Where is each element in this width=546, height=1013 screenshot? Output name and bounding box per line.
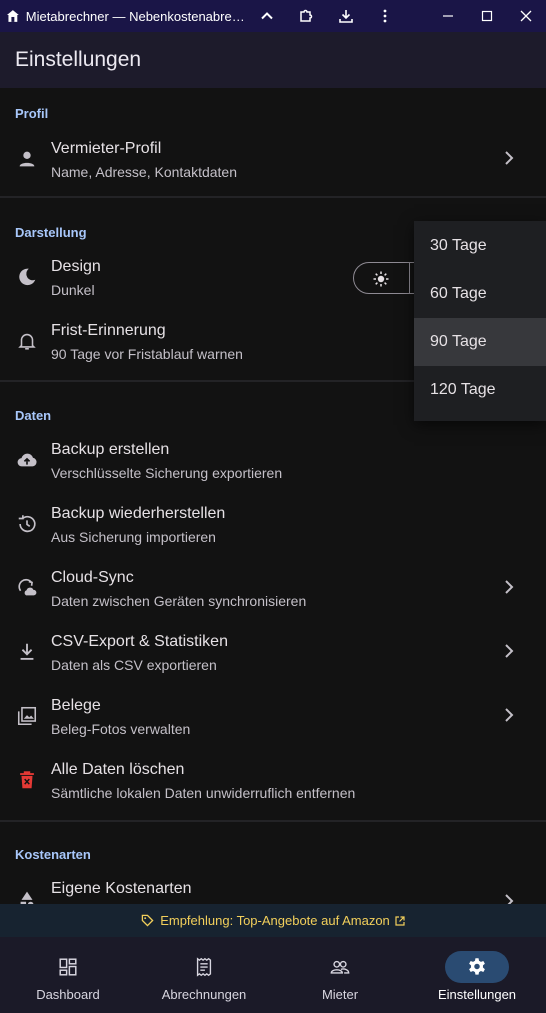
extensions-button[interactable] — [287, 0, 326, 32]
more-vert-icon — [383, 9, 387, 23]
chevron-right-icon — [502, 578, 516, 596]
row-title: Frist-Erinnerung — [51, 322, 166, 339]
section-header-darstellung: Darstellung — [15, 225, 87, 240]
nav-abrechnungen[interactable]: Abrechnungen — [136, 937, 272, 1013]
download-icon — [16, 641, 38, 663]
people-icon — [330, 960, 350, 974]
row-backup-wiederherstellen[interactable]: Backup wiederherstellen Aus Sicherung im… — [0, 493, 546, 557]
person-icon — [16, 148, 38, 170]
settings-list[interactable]: Profil Vermieter-Profil Name, Adresse, K… — [0, 88, 546, 904]
download-icon — [338, 10, 353, 23]
category-icon — [16, 888, 38, 904]
divider — [0, 196, 546, 198]
row-subtitle: 90 Tage vor Fristablauf warnen — [51, 346, 243, 362]
row-subtitle: Daten als CSV exportieren — [51, 657, 217, 673]
menu-item-30-tage[interactable]: 30 Tage — [414, 222, 546, 270]
external-link-icon — [395, 915, 405, 926]
menu-item-120-tage[interactable]: 120 Tage — [414, 366, 546, 414]
gear-icon — [469, 958, 485, 975]
history-icon — [16, 513, 38, 535]
divider — [0, 820, 546, 822]
maximize-icon — [482, 10, 493, 22]
maximize-button[interactable] — [467, 0, 506, 32]
nav-dashboard[interactable]: Dashboard — [0, 937, 136, 1013]
minimize-icon — [442, 15, 453, 17]
minimize-button[interactable] — [428, 0, 467, 32]
bottom-navigation: Dashboard Abrechnungen Mieter Einstellun… — [0, 937, 546, 1013]
row-subtitle: Verschlüsselte Sicherung exportieren — [51, 465, 283, 481]
row-subtitle: Sämtliche lokalen Daten unwiderruflich e… — [51, 785, 356, 801]
sun-icon[interactable] — [372, 270, 390, 288]
chevron-right-icon — [502, 706, 516, 724]
chevron-up-icon — [261, 12, 273, 20]
row-title: Backup erstellen — [51, 441, 170, 458]
close-icon — [520, 10, 532, 22]
receipt-icon — [196, 957, 212, 977]
row-title: Vermieter-Profil — [51, 140, 162, 157]
collapse-button[interactable] — [248, 0, 287, 32]
row-alle-daten-loeschen[interactable]: Alle Daten löschen Sämtliche lokalen Dat… — [0, 749, 546, 813]
row-csv-export[interactable]: CSV-Export & Statistiken Daten als CSV e… — [0, 621, 546, 685]
dashboard-icon — [59, 958, 77, 976]
row-cloud-sync[interactable]: Cloud-Sync Daten zwischen Geräten synchr… — [0, 557, 546, 621]
bell-icon — [16, 330, 38, 352]
section-header-profil: Profil — [15, 106, 49, 121]
chevron-right-icon — [502, 892, 516, 904]
photo-library-icon — [16, 705, 38, 727]
row-subtitle: Aus Sicherung importieren — [51, 529, 216, 545]
moon-icon — [16, 266, 38, 288]
nav-label: Abrechnungen — [161, 987, 247, 1002]
app-bar: Einstellungen — [0, 32, 546, 88]
row-vermieter-profil[interactable]: Vermieter-Profil Name, Adresse, Kontaktd… — [0, 128, 546, 192]
delete-forever-icon — [16, 769, 38, 791]
row-subtitle: Daten zwischen Geräten synchronisieren — [51, 593, 307, 609]
row-title: CSV-Export & Statistiken — [51, 633, 228, 650]
section-header-kostenarten: Kostenarten — [15, 847, 91, 862]
frist-dropdown-menu[interactable]: 30 Tage 60 Tage 90 Tage 120 Tage — [414, 221, 546, 421]
row-subtitle: Beleg-Fotos verwalten — [51, 721, 191, 737]
row-title: Backup wiederherstellen — [51, 505, 226, 522]
row-title: Belege — [51, 697, 101, 714]
section-header-daten: Daten — [15, 408, 52, 423]
page-title: Einstellungen — [15, 48, 142, 71]
download-button[interactable] — [326, 0, 365, 32]
row-title: Alle Daten löschen — [51, 761, 185, 778]
puzzle-icon — [300, 9, 313, 22]
row-title: Eigene Kostenarten — [51, 880, 192, 897]
menu-item-60-tage[interactable]: 60 Tage — [414, 270, 546, 318]
close-button[interactable] — [507, 0, 546, 32]
row-title: Cloud-Sync — [51, 569, 134, 586]
row-subtitle: Name, Adresse, Kontaktdaten — [51, 164, 237, 180]
toggle-separator — [409, 263, 410, 293]
row-belege[interactable]: Belege Beleg-Fotos verwalten — [0, 685, 546, 749]
window-titlebar: Mietabrechner — Nebenkostenabrechnung — [0, 0, 546, 32]
nav-label: Mieter — [321, 987, 359, 1002]
chevron-right-icon — [502, 642, 516, 660]
window-title: Mietabrechner — Nebenkostenabrechnung — [25, 8, 248, 24]
nav-label: Einstellungen — [437, 987, 517, 1002]
row-subtitle: Dunkel — [51, 282, 95, 298]
menu-item-90-tage[interactable]: 90 Tage — [414, 318, 546, 366]
row-eigene-kostenarten[interactable]: Eigene Kostenarten — [0, 868, 546, 904]
app-house-icon — [6, 10, 19, 22]
nav-einstellungen[interactable]: Einstellungen — [409, 937, 545, 1013]
cloud-sync-icon — [16, 577, 38, 599]
chevron-right-icon — [502, 149, 516, 167]
nav-mieter[interactable]: Mieter — [272, 937, 408, 1013]
cloud-upload-icon — [16, 449, 38, 471]
amazon-banner[interactable]: Empfehlung: Top-Angebote auf Amazon — [0, 904, 546, 937]
row-backup-erstellen[interactable]: Backup erstellen Verschlüsselte Sicherun… — [0, 429, 546, 493]
nav-label: Dashboard — [36, 987, 100, 1002]
banner-text[interactable]: Empfehlung: Top-Angebote auf Amazon — [160, 913, 390, 928]
more-button[interactable] — [365, 0, 404, 32]
tag-icon — [141, 914, 154, 927]
row-title: Design — [51, 258, 101, 275]
